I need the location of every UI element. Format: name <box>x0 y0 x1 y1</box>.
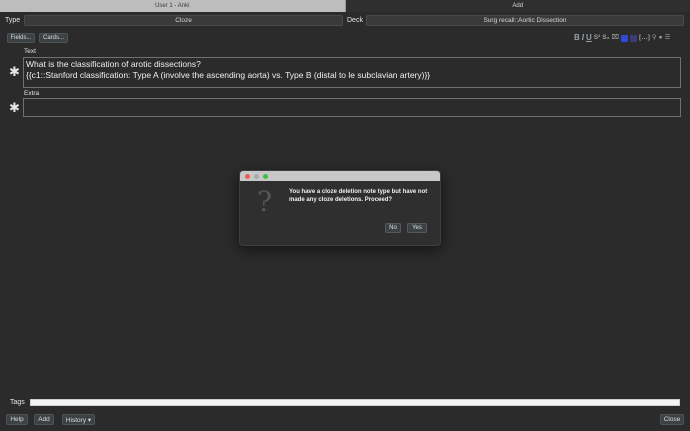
minimize-window-icon[interactable] <box>254 173 259 179</box>
underline-button[interactable]: U <box>586 33 592 43</box>
tab-main-window[interactable]: User 1 - Anki <box>0 0 346 12</box>
field-label-text: Text <box>24 48 36 55</box>
zoom-window-icon[interactable] <box>263 173 268 179</box>
text-field-line-2: {{c1::Stanford classification: Type A (i… <box>26 70 431 80</box>
fields-button[interactable]: Fields... <box>7 33 35 43</box>
text-field-editor[interactable]: What is the classification of arotic dis… <box>23 57 681 88</box>
cards-button[interactable]: Cards... <box>39 33 68 43</box>
sticky-pin-icon[interactable]: ✱ <box>9 100 20 116</box>
subscript-button[interactable]: S₂ <box>602 33 609 43</box>
text-color-swatch[interactable] <box>621 34 629 42</box>
sticky-pin-icon[interactable]: ✱ <box>9 64 20 80</box>
highlight-color-swatch[interactable] <box>630 34 638 42</box>
add-button[interactable]: Add <box>34 414 54 425</box>
format-toolbar: B I U S² S₂ ⌧ […] ⚲ ● ☰ <box>574 33 670 43</box>
cloze-icon[interactable]: […] <box>639 33 650 43</box>
attach-icon[interactable]: ⚲ <box>652 33 657 43</box>
close-button[interactable]: Close <box>660 414 684 425</box>
type-deck-row: Type Cloze Deck Surg recall::Aortic Diss… <box>0 14 690 28</box>
tags-input[interactable] <box>30 399 680 406</box>
question-icon: ? <box>257 185 273 218</box>
tab-add[interactable]: Add <box>345 0 690 12</box>
tags-label: Tags <box>10 399 25 406</box>
deck-selector[interactable]: Surg recall::Aortic Dissection <box>366 15 684 26</box>
menu-icon[interactable]: ☰ <box>665 33 671 43</box>
italic-button[interactable]: I <box>582 33 584 43</box>
no-button[interactable]: No <box>385 223 401 233</box>
extra-field-editor[interactable] <box>23 98 681 117</box>
type-label: Type <box>5 17 21 24</box>
record-icon[interactable]: ● <box>659 33 663 43</box>
bold-button[interactable]: B <box>574 33 580 43</box>
field-label-extra: Extra <box>24 90 40 97</box>
help-button[interactable]: Help <box>6 414 28 425</box>
superscript-button[interactable]: S² <box>594 33 601 43</box>
cloze-warning-dialog: ? You have a cloze deletion note type bu… <box>239 170 441 246</box>
dialog-titlebar <box>240 171 440 181</box>
close-window-icon[interactable] <box>245 173 250 179</box>
text-field-line-1: What is the classification of arotic dis… <box>26 59 201 69</box>
yes-button[interactable]: Yes <box>407 223 427 233</box>
window-tab-bar: User 1 - Anki Add <box>0 0 690 12</box>
dialog-message: You have a cloze deletion note type but … <box>289 189 428 203</box>
history-button[interactable]: History ▾ <box>62 414 95 425</box>
clear-format-icon[interactable]: ⌧ <box>612 33 620 43</box>
deck-label: Deck <box>347 17 363 24</box>
type-selector[interactable]: Cloze <box>24 15 343 26</box>
